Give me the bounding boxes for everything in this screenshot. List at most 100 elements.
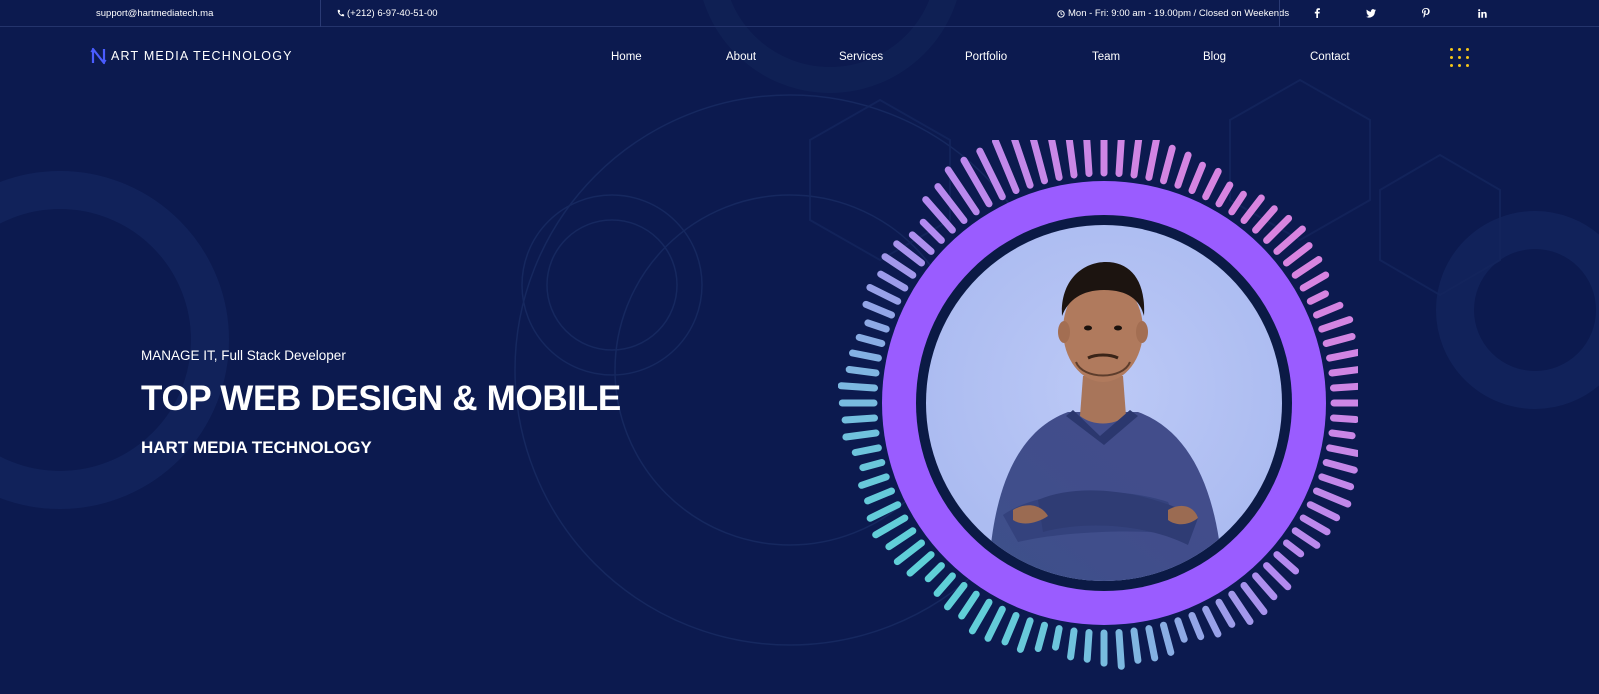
- clock-icon: [1057, 9, 1065, 18]
- profile-visual: [837, 122, 1368, 680]
- spectrum-bar: [1328, 365, 1368, 377]
- nav-home[interactable]: Home: [611, 51, 642, 63]
- spectrum-bar: [1306, 501, 1341, 522]
- spectrum-bar: [1318, 316, 1354, 333]
- spectrum-bar: [1263, 214, 1293, 244]
- spectrum-bar: [1326, 348, 1366, 362]
- spectrum-bar: [849, 349, 882, 362]
- brand-name: ART MEDIA TECHNOLOGY: [111, 49, 293, 63]
- phone-number: (+212) 6-97-40-51-00: [347, 8, 438, 19]
- spectrum-bar: [1001, 612, 1020, 646]
- spectrum-bar: [851, 444, 882, 456]
- spectrum-bar: [958, 590, 980, 620]
- facebook-icon[interactable]: [1310, 6, 1324, 20]
- spectrum-bar: [1306, 290, 1329, 305]
- spectrum-bar: [1299, 271, 1330, 292]
- spectrum-bar: [1313, 301, 1344, 319]
- spectrum-bar: [1318, 473, 1355, 491]
- spectrum-bar: [864, 487, 895, 505]
- dots-grid-icon[interactable]: [1448, 46, 1472, 70]
- divider: [320, 0, 321, 27]
- spectrum-bar: [864, 319, 890, 333]
- spectrum-bar: [1273, 225, 1306, 255]
- spectrum-bar: [877, 270, 909, 292]
- spectrum-bar: [1130, 627, 1142, 664]
- hours-text: Mon - Fri: 9:00 am - 19.00pm / Closed on…: [1068, 8, 1290, 19]
- twitter-icon[interactable]: [1364, 6, 1378, 20]
- spectrum-bar: [1299, 514, 1331, 536]
- spectrum-bar: [1115, 629, 1125, 670]
- spectrum-bar: [1174, 151, 1192, 189]
- spectrum-bar: [1065, 131, 1078, 179]
- nav-about[interactable]: About: [726, 51, 756, 63]
- spectrum-bar: [1283, 242, 1313, 267]
- spectrum-bar: [1263, 562, 1292, 591]
- hero-company-name: HART MEDIA TECHNOLOGY: [141, 438, 372, 457]
- spectrum-bar: [1283, 539, 1305, 558]
- spectrum-bar: [1252, 205, 1278, 234]
- spectrum-bar: [1188, 612, 1205, 641]
- nav-team[interactable]: Team: [1092, 51, 1120, 63]
- spectrum-bar: [1322, 459, 1358, 474]
- spectrum-bar: [1202, 605, 1222, 638]
- spectrum-bar: [1252, 572, 1278, 601]
- hero-title: TOP WEB DESIGN & MOBILE: [141, 379, 621, 418]
- hero-subtitle: MANAGE IT, Full Stack Developer: [141, 348, 346, 363]
- spectrum-bar: [1067, 627, 1078, 661]
- spectrum-bar: [1083, 629, 1093, 663]
- logo-mark-icon: [90, 47, 107, 65]
- nav-services[interactable]: Services: [839, 51, 883, 63]
- spectrum-bar: [872, 514, 909, 539]
- spectrum-bar: [1174, 617, 1188, 643]
- spectrum-bar: [1082, 123, 1093, 177]
- spectrum-bar: [906, 551, 935, 577]
- top-bar: support@hartmediatech.ma (+212) 6-97-40-…: [0, 0, 1599, 27]
- spectrum-bar: [968, 598, 993, 635]
- nav-blog[interactable]: Blog: [1203, 51, 1226, 63]
- spectrum-bar: [1291, 527, 1321, 549]
- spectrum-bar: [1029, 133, 1048, 185]
- spectrum-ring: [837, 122, 1368, 670]
- spectrum-bar: [1326, 444, 1361, 457]
- spectrum-bar: [1034, 621, 1048, 652]
- spectrum-bar: [1228, 190, 1247, 216]
- spectrum-bar: [1016, 617, 1034, 653]
- spectrum-bar: [855, 333, 886, 347]
- spectrum-bar: [1202, 167, 1222, 201]
- background-decoration: [0, 0, 1599, 646]
- brand-logo[interactable]: ART MEDIA TECHNOLOGY: [90, 47, 293, 65]
- opening-hours: Mon - Fri: 9:00 am - 19.00pm / Closed on…: [1057, 8, 1289, 19]
- spectrum-bar: [944, 582, 968, 611]
- spectrum-bar: [1115, 124, 1126, 177]
- spectrum-bar: [1130, 122, 1144, 179]
- spectrum-bar: [1273, 551, 1300, 575]
- spectrum-bar: [858, 473, 890, 489]
- spectrum-bar: [1322, 333, 1356, 347]
- spectrum-bar: [866, 284, 902, 305]
- spectrum-bar: [866, 501, 902, 522]
- spectrum-bar: [893, 240, 925, 267]
- spectrum-bar: [924, 562, 945, 583]
- spectrum-bar: [1215, 598, 1236, 628]
- spectrum-bar: [1052, 625, 1063, 651]
- phone-link[interactable]: (+212) 6-97-40-51-00: [336, 8, 438, 19]
- phone-icon: [337, 9, 345, 17]
- linkedin-icon[interactable]: [1475, 6, 1489, 20]
- spectrum-bar: [842, 429, 880, 441]
- spectrum-bar: [919, 218, 945, 244]
- nav-contact[interactable]: Contact: [1310, 51, 1350, 63]
- spectrum-bar: [1145, 127, 1162, 181]
- support-email-link[interactable]: support@hartmediatech.ma: [96, 8, 213, 19]
- spectrum-bar: [1011, 136, 1034, 189]
- spectrum-bar: [1160, 144, 1176, 185]
- spectrum-bar: [885, 527, 917, 551]
- spectrum-bar: [933, 572, 956, 597]
- spectrum-bar: [908, 231, 935, 255]
- nav-portfolio[interactable]: Portfolio: [965, 51, 1007, 63]
- spectrum-bar: [862, 300, 895, 319]
- pinterest-icon[interactable]: [1419, 6, 1433, 20]
- main-navbar: ART MEDIA TECHNOLOGY Home About Services…: [0, 27, 1599, 87]
- spectrum-bar: [1215, 181, 1234, 208]
- spectrum-bar: [1328, 429, 1356, 440]
- spectrum-bar: [845, 366, 880, 377]
